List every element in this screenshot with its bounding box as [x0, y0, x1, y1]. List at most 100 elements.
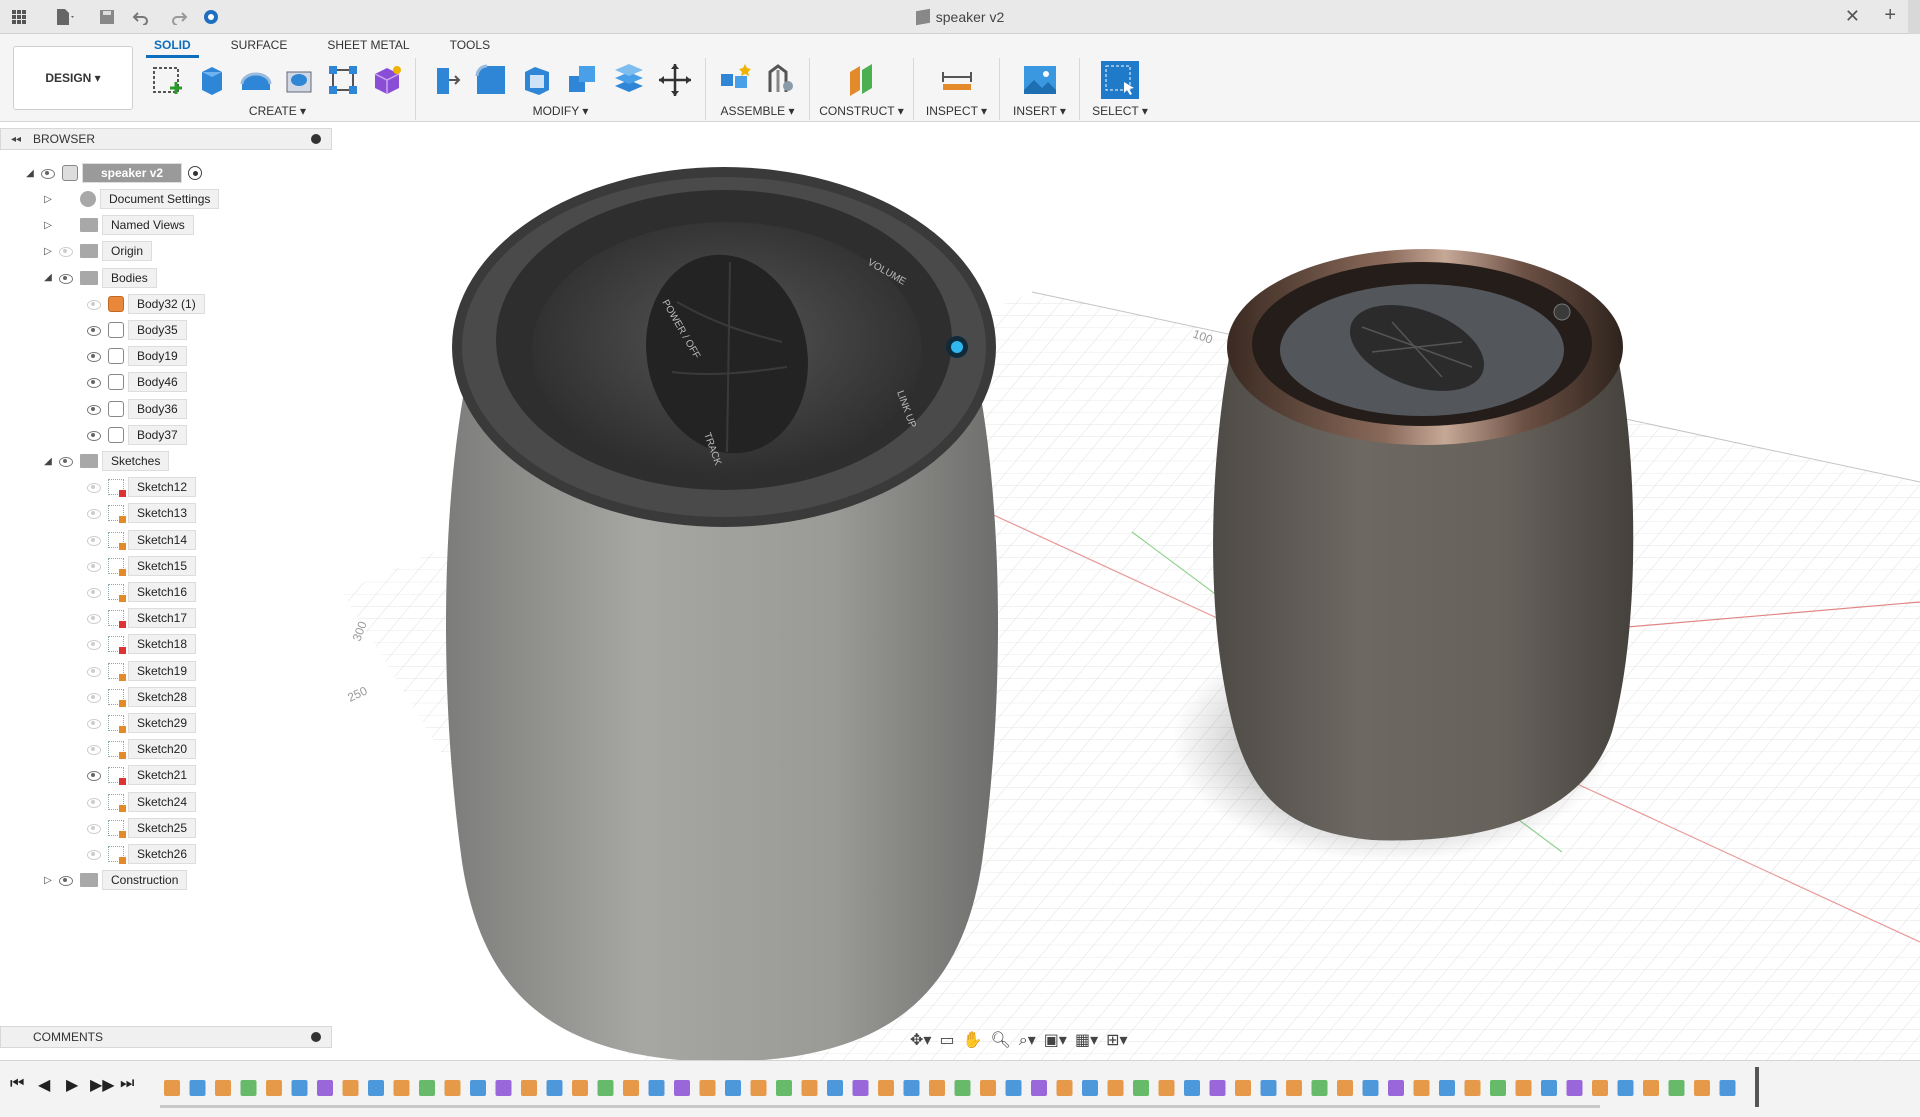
timeline-feature-icon[interactable]: [878, 1080, 894, 1096]
browser-item[interactable]: Sketch20: [82, 738, 197, 760]
timeline-feature-icon[interactable]: [725, 1080, 741, 1096]
timeline-feature-icon[interactable]: [240, 1080, 257, 1096]
speaker-model-grey[interactable]: VOLUME POWER / OFF LINK UP TRACK: [445, 167, 999, 1060]
visibility-eye-icon[interactable]: [86, 299, 101, 310]
visibility-eye-icon[interactable]: [86, 535, 101, 546]
new-tab-button[interactable]: +: [1884, 4, 1896, 27]
timeline-feature-icon[interactable]: [597, 1080, 614, 1096]
timeline-feature-icon[interactable]: [929, 1080, 945, 1096]
browser-item[interactable]: Body19: [82, 345, 187, 367]
timeline-feature-icon[interactable]: [495, 1080, 512, 1096]
fit-icon[interactable]: ⌕▾: [1019, 1030, 1036, 1050]
visibility-eye-icon[interactable]: [86, 797, 101, 808]
tab-solid[interactable]: SOLID: [140, 36, 205, 58]
visibility-eye-icon[interactable]: [86, 482, 101, 494]
browser-item[interactable]: Body35: [82, 319, 187, 341]
select-icon[interactable]: [1100, 60, 1140, 100]
timeline-feature-icon[interactable]: [521, 1080, 537, 1096]
timeline-last-button[interactable]: ⏭: [120, 1075, 134, 1093]
redo-icon[interactable]: [164, 4, 190, 30]
expand-triangle-icon[interactable]: ▷: [42, 874, 54, 886]
timeline-scroll[interactable]: [160, 1105, 1600, 1108]
timeline-feature-icon[interactable]: [189, 1080, 206, 1096]
collapse-triangle-icon[interactable]: ◢: [24, 167, 36, 179]
expand-triangle-icon[interactable]: ▷: [42, 219, 54, 231]
insert-canvas-icon[interactable]: [1020, 60, 1060, 100]
expand-triangle-icon[interactable]: ▷: [42, 193, 54, 205]
timeline-prev-button[interactable]: ◀: [38, 1075, 50, 1095]
visibility-eye-icon[interactable]: [86, 823, 101, 834]
tab-surface[interactable]: SURFACE: [217, 36, 302, 56]
grid-settings-icon[interactable]: ▦▾: [1075, 1030, 1098, 1050]
timeline-feature-icon[interactable]: [903, 1080, 920, 1096]
timeline-feature-icon[interactable]: [1643, 1080, 1659, 1096]
visibility-eye-icon[interactable]: [58, 875, 73, 887]
hole-icon[interactable]: [280, 60, 318, 100]
undo-icon[interactable]: [130, 4, 156, 30]
combine-icon[interactable]: [563, 60, 603, 100]
browser-item[interactable]: Body32 (1): [82, 293, 205, 315]
timeline-feature-icon[interactable]: [1439, 1080, 1455, 1096]
timeline-feature-icon[interactable]: [699, 1080, 716, 1096]
offset-plane-icon[interactable]: [842, 60, 882, 100]
visibility-eye-icon[interactable]: [86, 587, 101, 598]
timeline-feature-icon[interactable]: [1694, 1080, 1710, 1096]
file-menu-icon[interactable]: [52, 4, 78, 30]
timeline-feature-icon[interactable]: [215, 1080, 231, 1096]
browser-item[interactable]: ▷ Construction: [42, 869, 188, 891]
create-sketch-icon[interactable]: [149, 60, 187, 100]
extrude-icon[interactable]: [193, 60, 231, 100]
timeline-feature-icon[interactable]: [980, 1080, 996, 1096]
measure-icon[interactable]: [937, 60, 977, 100]
timeline-feature-icon[interactable]: [419, 1080, 435, 1096]
timeline-marker[interactable]: [1755, 1067, 1759, 1107]
browser-item[interactable]: Sketch29: [82, 712, 197, 734]
timeline-feature-icon[interactable]: [1719, 1080, 1736, 1096]
timeline-feature-icon[interactable]: [1490, 1080, 1506, 1096]
browser-item[interactable]: Sketch14: [82, 529, 197, 551]
inspect-group-label[interactable]: INSPECT ▾: [914, 104, 999, 118]
timeline-feature-icon[interactable]: [1031, 1080, 1047, 1096]
orbit-icon[interactable]: ✥▾: [910, 1030, 931, 1050]
app-grid-icon[interactable]: [6, 4, 32, 30]
browser-item[interactable]: Body36: [82, 398, 187, 420]
revolve-icon[interactable]: [237, 60, 275, 100]
shell-icon[interactable]: [517, 60, 557, 100]
look-at-icon[interactable]: ▭: [939, 1030, 954, 1050]
visibility-eye-icon[interactable]: [86, 849, 101, 860]
timeline-feature-icon[interactable]: [750, 1080, 767, 1096]
visibility-eye-icon[interactable]: [86, 718, 101, 729]
job-status-icon[interactable]: [198, 4, 224, 30]
expand-triangle-icon[interactable]: ◢: [42, 272, 54, 284]
offset-face-icon[interactable]: [609, 60, 649, 100]
visibility-eye-icon[interactable]: [58, 456, 73, 467]
save-icon[interactable]: [94, 4, 120, 30]
timeline-feature-icon[interactable]: [291, 1080, 308, 1096]
viewports-icon[interactable]: ⊞▾: [1106, 1030, 1127, 1050]
move-icon[interactable]: [655, 60, 695, 100]
browser-item[interactable]: Sketch25: [82, 817, 197, 839]
timeline-feature-icon[interactable]: [572, 1080, 588, 1096]
browser-item[interactable]: ◢ Sketches: [42, 450, 170, 472]
timeline-feature-icon[interactable]: [1286, 1080, 1302, 1096]
expand-triangle-icon[interactable]: ▷: [42, 245, 54, 257]
timeline-feature-icon[interactable]: [1056, 1080, 1073, 1096]
timeline-feature-icon[interactable]: [852, 1080, 869, 1096]
browser-item[interactable]: Sketch19: [82, 660, 197, 682]
tab-tools[interactable]: TOOLS: [436, 36, 504, 56]
browser-item[interactable]: Sketch13: [82, 502, 197, 524]
timeline-feature-icon[interactable]: [342, 1080, 359, 1096]
browser-item[interactable]: Sketch26: [82, 843, 197, 865]
timeline-feature-icon[interactable]: [368, 1080, 384, 1096]
visibility-eye-icon[interactable]: [86, 770, 101, 782]
browser-item[interactable]: Body46: [82, 371, 187, 393]
3d-viewport[interactable]: 100 300 250 200 50 VOLUME: [332, 122, 1920, 1060]
timeline-feature-icon[interactable]: [954, 1080, 971, 1096]
timeline-feature-icon[interactable]: [266, 1080, 282, 1096]
timeline-feature-icon[interactable]: [1592, 1080, 1608, 1096]
visibility-eye-icon[interactable]: [86, 377, 101, 389]
visibility-eye-icon[interactable]: [58, 273, 73, 284]
timeline-feature-icon[interactable]: [1617, 1080, 1634, 1096]
browser-item[interactable]: Sketch18: [82, 633, 197, 655]
browser-item[interactable]: ◢ Bodies: [42, 267, 157, 289]
